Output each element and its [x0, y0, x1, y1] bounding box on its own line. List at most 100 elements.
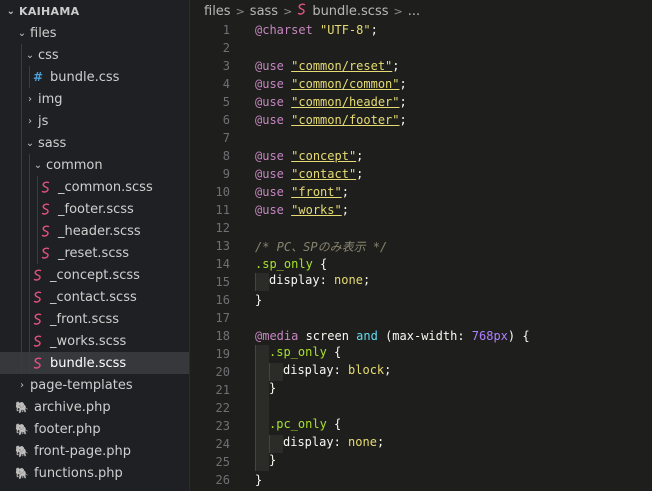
folder-item[interactable]: ⌄ common	[0, 154, 189, 176]
code-line[interactable]: 13 /* PC、SPのみ表示 */	[190, 237, 652, 255]
chevron-right-icon[interactable]: ›	[22, 94, 38, 105]
indent-guide	[29, 286, 30, 308]
code-line[interactable]: 8 @use "concept";	[190, 147, 652, 165]
code-area[interactable]: 1 @charset "UTF-8"; 2 3 @use "common/reset";…	[190, 21, 652, 489]
code-line[interactable]: 16}	[190, 291, 652, 309]
indent-guide	[21, 264, 22, 286]
line-content: display: block;	[255, 363, 391, 381]
chevron-down-icon[interactable]: ⌄	[22, 138, 38, 149]
code-token: ;	[399, 77, 407, 91]
code-token: ;	[356, 149, 364, 163]
breadcrumb-more[interactable]: ...	[408, 4, 420, 19]
code-token: ;	[399, 113, 407, 127]
code-line[interactable]: 4 @use "common/common";	[190, 75, 652, 93]
line-number: 12	[215, 221, 230, 235]
code-token: @use	[255, 59, 284, 73]
css-file-icon: #	[32, 70, 44, 84]
file-item[interactable]: 🐘 footer.php	[0, 418, 189, 440]
code-line[interactable]: 17	[190, 309, 652, 327]
tree-item-label: common	[46, 157, 103, 173]
file-item[interactable]: _reset.scss	[0, 242, 189, 264]
code-token: /* PC、SPのみ表示 */	[255, 239, 388, 254]
code-line[interactable]: 9 @use "contact";	[190, 165, 652, 183]
code-line[interactable]: 10 @use "front";	[190, 183, 652, 201]
chevron-right-icon[interactable]: ›	[14, 380, 30, 391]
indent-guide	[255, 417, 269, 435]
file-item[interactable]: _works.scss	[0, 330, 189, 352]
line-number: 26	[215, 473, 230, 487]
indent-guide	[37, 198, 38, 220]
code-line[interactable]: 23 .pc_only {	[190, 417, 652, 435]
file-item[interactable]: _footer.scss	[0, 198, 189, 220]
php-file-icon: 🐘	[15, 466, 29, 480]
file-item[interactable]: _common.scss	[0, 176, 189, 198]
file-item[interactable]: 🐘 front-page.php	[0, 440, 189, 462]
code-line[interactable]: 1 @charset "UTF-8";	[190, 21, 652, 39]
code-line[interactable]: 5 @use "common/header";	[190, 93, 652, 111]
folder-item[interactable]: ⌄ sass	[0, 132, 189, 154]
php-file-icon: 🐘	[15, 444, 29, 458]
line-number: 23	[215, 419, 230, 433]
code-line[interactable]: 6 @use "common/footer";	[190, 111, 652, 129]
file-item[interactable]: bundle.scss	[0, 352, 189, 374]
chevron-right-icon: >	[283, 4, 293, 18]
code-token: none	[334, 273, 363, 287]
chevron-right-icon[interactable]: ›	[22, 116, 38, 127]
code-token: "common/header"	[291, 95, 400, 109]
code-line[interactable]: 26}	[190, 471, 652, 489]
breadcrumb-sass[interactable]: sass	[250, 4, 278, 19]
file-item[interactable]: _concept.scss	[0, 264, 189, 286]
line-number: 19	[215, 347, 230, 361]
line-content: @use "common/reset";	[255, 59, 400, 73]
code-token: ;	[370, 23, 378, 37]
code-token: display	[283, 435, 334, 449]
line-number: 18	[215, 329, 230, 343]
code-line[interactable]: 21}	[190, 381, 652, 399]
folder-item[interactable]: › js	[0, 110, 189, 132]
file-item[interactable]: _contact.scss	[0, 286, 189, 308]
indent-guide	[37, 220, 38, 242]
line-content: @use "common/common";	[255, 77, 407, 91]
folder-item[interactable]: › img	[0, 88, 189, 110]
line-content: @use "common/footer";	[255, 113, 407, 127]
tree-item-label: _common.scss	[58, 179, 153, 195]
indent-guide	[29, 154, 30, 176]
tree-item-label: css	[38, 47, 59, 63]
code-line[interactable]: 11 @use "works";	[190, 201, 652, 219]
code-line[interactable]: 3 @use "common/reset";	[190, 57, 652, 75]
code-line[interactable]: 20 display: block;	[190, 363, 652, 381]
code-line[interactable]: 15 display: none;	[190, 273, 652, 291]
code-token: }	[255, 293, 263, 307]
folder-item[interactable]: ⌄ files	[0, 22, 189, 44]
chevron-down-icon[interactable]: ⌄	[14, 28, 30, 39]
file-item[interactable]: # bundle.css	[0, 66, 189, 88]
php-file-icon: 🐘	[15, 400, 29, 414]
sass-file-icon	[30, 313, 46, 326]
breadcrumb-files[interactable]: files	[204, 4, 231, 19]
chevron-down-icon[interactable]: ⌄	[30, 160, 46, 171]
code-editor[interactable]: files > sass > bundle.scss > ... 1 @chars…	[190, 0, 652, 491]
code-line[interactable]: 18 @media screen and (max-width: 768px) {	[190, 327, 652, 345]
code-token: ;	[341, 185, 349, 199]
code-line[interactable]: 19 .sp_only {	[190, 345, 652, 363]
file-item[interactable]: _front.scss	[0, 308, 189, 330]
folder-item[interactable]: › page-templates	[0, 374, 189, 396]
code-line[interactable]: 7	[190, 129, 652, 147]
file-item[interactable]: _header.scss	[0, 220, 189, 242]
chevron-down-icon[interactable]: ⌄	[3, 6, 19, 17]
file-item[interactable]: 🐘 archive.php	[0, 396, 189, 418]
code-line[interactable]: 22	[190, 399, 652, 417]
code-line[interactable]: 14 .sp_only {	[190, 255, 652, 273]
breadcrumb-file[interactable]: bundle.scss	[312, 4, 388, 19]
code-line[interactable]: 25}	[190, 453, 652, 471]
code-line[interactable]: 12	[190, 219, 652, 237]
explorer-header[interactable]: ⌄ KAIHAMA	[0, 0, 189, 22]
code-line[interactable]: 2	[190, 39, 652, 57]
file-item[interactable]: 🐘 functions.php	[0, 462, 189, 484]
code-line[interactable]: 24 display: none;	[190, 435, 652, 453]
php-file-icon: 🐘	[15, 422, 29, 436]
sass-file-icon	[30, 357, 46, 370]
folder-item[interactable]: ⌄ css	[0, 44, 189, 66]
chevron-down-icon[interactable]: ⌄	[22, 50, 38, 61]
